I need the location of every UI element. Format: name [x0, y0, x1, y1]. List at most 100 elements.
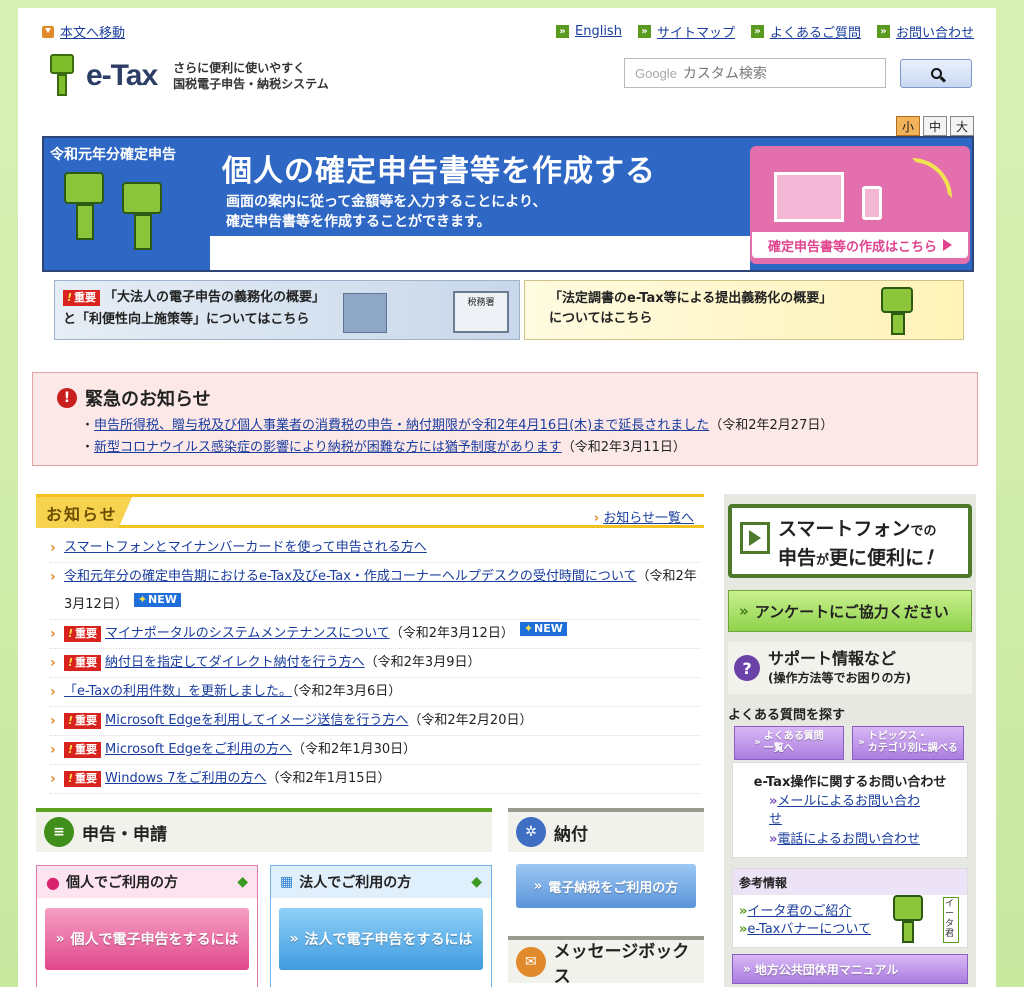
personal-head: 個人でご利用の方 [65, 875, 178, 891]
chevron-right-icon: » [876, 25, 890, 38]
envelope-icon: ✉ [516, 946, 546, 977]
news-section: お知らせ › お知らせ一覧へ スマートフォンとマイナンバーカードを使って申告され… [36, 494, 704, 794]
list-item: 重要Microsoft Edgeをご利用の方へ（令和2年1月30日） [50, 736, 700, 765]
tagline: さらに便利に使いやすく 国税電子申告・納税システム [173, 61, 329, 91]
create-return-button[interactable]: 確定申告書等の作成はこちら [750, 230, 970, 260]
inquiry-box: e-Tax操作に関するお問い合わせ »メールによるお問い合わせ »電話によるお問… [732, 762, 968, 858]
chevron-right-icon: » [750, 25, 764, 38]
link-faq[interactable]: » よくあるご質問 [750, 22, 861, 41]
faq-list-button[interactable]: » よくある質問 一覧へ [734, 726, 844, 760]
banner-subtitle: 画面の案内に従って金額等を入力することにより、 確定申告書等を作成することができ… [226, 194, 547, 230]
new-badge: NEW [519, 622, 567, 636]
search-placeholder: カスタム検索 [682, 66, 767, 82]
down-arrow-icon [42, 25, 54, 38]
link-sitemap[interactable]: » サイトマップ [637, 22, 735, 41]
news-list: スマートフォンとマイナンバーカードを使って申告される方へ 令和元年分の確定申告期… [50, 534, 700, 794]
large-corp-efiling-banner[interactable]: 重要「大法人の電子申告の義務化の概要」 と「利便性向上施策等」についてはこちら … [54, 280, 520, 340]
play-arrow-icon [943, 239, 952, 251]
building-icon: ▦ [280, 874, 294, 890]
tel-inquiry-link[interactable]: »電話によるお問い合わせ [769, 831, 929, 849]
faq-topics-button[interactable]: » トピックス・ カテゴリ別に調べる [852, 726, 964, 760]
banner-link[interactable]: »e-Taxバナーについて [739, 921, 871, 939]
statutory-report-banner[interactable]: 「法定調書のe-Tax等による提出義務化の概要」 についてはこちら [524, 280, 964, 340]
list-item: 重要納付日を指定してダイレクト納付を行う方へ（令和2年3月9日） [50, 649, 700, 678]
main-banner[interactable]: 令和元年分確定申告 個人の確定申告書等を作成する 画面の案内に従って金額等を入力… [42, 136, 974, 272]
font-size-medium[interactable]: 中 [923, 116, 947, 136]
eta-kun-character-icon [48, 54, 78, 98]
banner-title: 個人の確定申告書等を作成する [222, 154, 656, 189]
person-icon: ● [46, 872, 60, 892]
important-badge: 重要 [64, 655, 102, 671]
mail-inquiry-link[interactable]: »メールによるお問い合わせ [769, 793, 929, 829]
sidebar: スマートフォンでの 申告が更に便利に！ » アンケートにご協力ください ? サポ… [724, 494, 976, 987]
top-links: » English » サイトマップ » よくあるご質問 » お問い合わせ [556, 22, 974, 41]
list-item: 重要Windows 7をご利用の方へ（令和2年1月15日） [50, 765, 700, 794]
skip-to-content[interactable]: 本文へ移動 [42, 22, 125, 41]
font-size-switcher: 小 中 大 [896, 116, 974, 136]
search-button[interactable] [900, 59, 972, 88]
monitor-icon [774, 172, 844, 222]
urgent-list: 申告所得税、贈与税及び個人事業者の消費税の申告・納付期限が令和2年4月16日(木… [81, 415, 833, 459]
document-icon: ≡ [44, 817, 74, 847]
list-item: 申告所得税、贈与税及び個人事業者の消費税の申告・納付期限が令和2年4月16日(木… [81, 415, 833, 437]
eta-kun-tag: イータ君 [943, 897, 959, 943]
eta-kun-link[interactable]: »イータ君のご紹介 [739, 903, 871, 921]
list-item: スマートフォンとマイナンバーカードを使って申告される方へ [50, 534, 700, 563]
corp-efiling-button[interactable]: » 法人で電子申告をするには [279, 908, 483, 970]
phone-icon [862, 186, 882, 220]
inquiry-heading: e-Tax操作に関するお問い合わせ [753, 775, 947, 790]
beginner-icon: ◆ [471, 874, 482, 890]
smartphone-banner[interactable]: スマートフォンでの 申告が更に便利に！ [728, 504, 972, 578]
building-icon [343, 293, 387, 333]
list-item: 「e-Taxの利用件数」を更新しました。（令和2年3月6日） [50, 678, 700, 707]
payment-panel: ✲ 納付 » 電子納税をご利用の方 [508, 808, 704, 920]
link-contact[interactable]: » お問い合わせ [876, 22, 974, 41]
local-gov-manual-button[interactable]: » 地方公共団体用マニュアル [732, 954, 968, 984]
search-input[interactable]: Google カスタム検索 [624, 58, 886, 88]
list-item: 重要マイナポータルのシステムメンテナンスについて（令和2年3月12日）NEW [50, 620, 700, 649]
corp-panel: ▦ 法人でご利用の方 ◆ » 法人で電子申告をするには [270, 865, 492, 987]
important-badge: 重要 [63, 290, 101, 306]
site-logo[interactable]: e-Tax さらに便利に使いやすく 国税電子申告・納税システム [48, 54, 329, 98]
important-badge: 重要 [64, 626, 102, 642]
personal-panel: ● 個人でご利用の方 ◆ » 個人で電子申告をするには [36, 865, 258, 987]
important-badge: 重要 [64, 771, 102, 787]
message-box-panel[interactable]: ✉ メッセージボックス [508, 936, 704, 987]
important-badge: 重要 [64, 742, 102, 758]
font-size-large[interactable]: 大 [950, 116, 974, 136]
page: 本文へ移動 » English » サイトマップ » よくあるご質問 » お問い合わせ … [18, 8, 996, 987]
list-item: 新型コロナウイルス感染症の影響により納税が困難な方には猶予制度があります（令和2… [81, 437, 833, 459]
beginner-icon: ◆ [237, 874, 248, 890]
e-payment-button[interactable]: » 電子納税をご利用の方 [516, 864, 696, 908]
logo-text: e-Tax [86, 59, 158, 92]
corp-head: 法人でご利用の方 [299, 875, 412, 891]
reference-box: 参考情報 »イータ君のご紹介 »e-Taxバナーについて イータ君 [732, 868, 968, 948]
link-english[interactable]: » English [556, 22, 622, 41]
reference-heading: 参考情報 [733, 869, 967, 895]
urgent-title: 緊急のお知らせ [85, 389, 211, 410]
google-brand: Google [635, 65, 677, 81]
important-badge: 重要 [64, 713, 102, 729]
font-size-small[interactable]: 小 [896, 116, 920, 136]
payment-title: 納付 [554, 824, 588, 845]
wifi-icon [912, 158, 952, 198]
message-title: メッセージボックス [553, 941, 690, 987]
personal-efiling-button[interactable]: » 個人で電子申告をするには [45, 908, 249, 970]
filing-panel: ≡ 申告・申請 [36, 808, 492, 852]
news-title: お知らせ [36, 497, 132, 528]
coin-icon: ✲ [516, 817, 546, 847]
list-item: 重要Microsoft Edgeを利用してイメージ送信を行う方へ（令和2年2月2… [50, 707, 700, 736]
filing-title: 申告・申請 [82, 824, 167, 845]
alert-icon: ! [57, 388, 77, 408]
chevron-right-icon: » [556, 25, 569, 38]
new-badge: NEW [133, 593, 181, 607]
urgent-notice: ! 緊急のお知らせ 申告所得税、贈与税及び個人事業者の消費税の申告・納付期限が令… [32, 372, 978, 466]
support-info[interactable]: ? サポート情報など (操作方法等でお困りの方) [728, 642, 972, 694]
enquete-button[interactable]: » アンケートにご協力ください [728, 590, 972, 632]
search-icon [930, 68, 942, 79]
list-item: 令和元年分の確定申告期におけるe-Tax及びe-Tax・作成コーナーヘルプデスク… [50, 563, 700, 620]
tax-office-icon: 税務署 [453, 291, 509, 333]
faq-heading: よくある質問を探す [728, 708, 846, 723]
news-all-link[interactable]: › お知らせ一覧へ [594, 507, 694, 526]
question-icon: ? [734, 655, 760, 681]
